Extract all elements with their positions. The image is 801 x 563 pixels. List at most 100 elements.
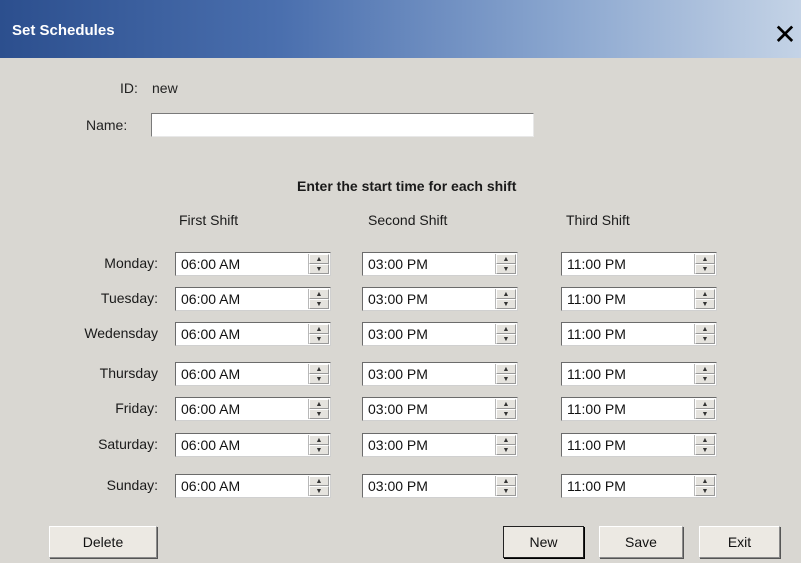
time-value[interactable]: 11:00 PM [567, 437, 626, 453]
spin-down-icon[interactable]: ▼ [496, 299, 516, 309]
spin-down-icon[interactable]: ▼ [496, 264, 516, 274]
time-picker-third-shift[interactable]: 11:00 PM ▲ ▼ [561, 362, 717, 386]
spin-down-icon[interactable]: ▼ [496, 409, 516, 419]
spin-down-icon[interactable]: ▼ [695, 486, 715, 496]
time-picker-first-shift[interactable]: 06:00 AM ▲ ▼ [175, 474, 331, 498]
spin-down-icon[interactable]: ▼ [309, 445, 329, 455]
spin-up-icon[interactable]: ▲ [496, 476, 516, 486]
time-picker-third-shift[interactable]: 11:00 PM ▲ ▼ [561, 474, 717, 498]
time-value[interactable]: 03:00 PM [368, 478, 428, 494]
spin-up-icon[interactable]: ▲ [309, 254, 329, 264]
time-value[interactable]: 06:00 AM [181, 256, 240, 272]
time-value[interactable]: 03:00 PM [368, 437, 428, 453]
time-value[interactable]: 11:00 PM [567, 326, 626, 342]
new-button[interactable]: New [503, 526, 584, 558]
spin-buttons: ▲ ▼ [495, 399, 516, 419]
spin-up-icon[interactable]: ▲ [309, 435, 329, 445]
spin-up-icon[interactable]: ▲ [309, 476, 329, 486]
spin-up-icon[interactable]: ▲ [496, 399, 516, 409]
time-value[interactable]: 06:00 AM [181, 326, 240, 342]
spin-down-icon[interactable]: ▼ [695, 299, 715, 309]
spin-up-icon[interactable]: ▲ [496, 435, 516, 445]
time-picker-second-shift[interactable]: 03:00 PM ▲ ▼ [362, 287, 518, 311]
spin-up-icon[interactable]: ▲ [695, 476, 715, 486]
spin-down-icon[interactable]: ▼ [695, 409, 715, 419]
time-value[interactable]: 03:00 PM [368, 256, 428, 272]
spin-down-icon[interactable]: ▼ [309, 374, 329, 384]
time-picker-second-shift[interactable]: 03:00 PM ▲ ▼ [362, 362, 518, 386]
time-picker-third-shift[interactable]: 11:00 PM ▲ ▼ [561, 322, 717, 346]
set-schedules-dialog: Set Schedules ✕ ID: new Name: Enter the … [0, 0, 801, 563]
time-value[interactable]: 06:00 AM [181, 437, 240, 453]
spin-buttons: ▲ ▼ [694, 435, 715, 455]
spin-down-icon[interactable]: ▼ [695, 445, 715, 455]
time-value[interactable]: 06:00 AM [181, 366, 240, 382]
time-picker-third-shift[interactable]: 11:00 PM ▲ ▼ [561, 397, 717, 421]
spin-down-icon[interactable]: ▼ [695, 334, 715, 344]
spin-down-icon[interactable]: ▼ [695, 264, 715, 274]
spin-up-icon[interactable]: ▲ [309, 289, 329, 299]
time-value[interactable]: 06:00 AM [181, 291, 240, 307]
spin-up-icon[interactable]: ▲ [695, 289, 715, 299]
spin-up-icon[interactable]: ▲ [496, 324, 516, 334]
spin-up-icon[interactable]: ▲ [695, 254, 715, 264]
name-input[interactable] [151, 113, 534, 137]
time-picker-second-shift[interactable]: 03:00 PM ▲ ▼ [362, 252, 518, 276]
time-value[interactable]: 11:00 PM [567, 478, 626, 494]
spin-buttons: ▲ ▼ [308, 254, 329, 274]
spin-down-icon[interactable]: ▼ [309, 264, 329, 274]
spin-down-icon[interactable]: ▼ [309, 409, 329, 419]
spin-up-icon[interactable]: ▲ [496, 254, 516, 264]
column-header-first-shift: First Shift [179, 212, 239, 228]
spin-buttons: ▲ ▼ [308, 324, 329, 344]
time-value[interactable]: 03:00 PM [368, 401, 428, 417]
time-picker-second-shift[interactable]: 03:00 PM ▲ ▼ [362, 433, 518, 457]
time-picker-first-shift[interactable]: 06:00 AM ▲ ▼ [175, 433, 331, 457]
close-button[interactable]: ✕ [769, 20, 801, 50]
spin-up-icon[interactable]: ▲ [695, 399, 715, 409]
time-value[interactable]: 11:00 PM [567, 366, 626, 382]
spin-up-icon[interactable]: ▲ [309, 399, 329, 409]
time-value[interactable]: 03:00 PM [368, 291, 428, 307]
time-value[interactable]: 06:00 AM [181, 478, 240, 494]
time-picker-third-shift[interactable]: 11:00 PM ▲ ▼ [561, 252, 717, 276]
spin-down-icon[interactable]: ▼ [309, 334, 329, 344]
spin-up-icon[interactable]: ▲ [695, 435, 715, 445]
spin-up-icon[interactable]: ▲ [496, 364, 516, 374]
spin-down-icon[interactable]: ▼ [309, 299, 329, 309]
time-picker-third-shift[interactable]: 11:00 PM ▲ ▼ [561, 433, 717, 457]
time-value[interactable]: 11:00 PM [567, 291, 626, 307]
time-value[interactable]: 11:00 PM [567, 256, 626, 272]
spin-down-icon[interactable]: ▼ [695, 374, 715, 384]
spin-up-icon[interactable]: ▲ [496, 289, 516, 299]
spin-down-icon[interactable]: ▼ [496, 445, 516, 455]
save-button[interactable]: Save [599, 526, 683, 558]
spin-up-icon[interactable]: ▲ [695, 324, 715, 334]
day-label: Monday: [104, 255, 158, 271]
time-picker-second-shift[interactable]: 03:00 PM ▲ ▼ [362, 397, 518, 421]
time-value[interactable]: 03:00 PM [368, 326, 428, 342]
exit-button[interactable]: Exit [699, 526, 780, 558]
spin-down-icon[interactable]: ▼ [496, 334, 516, 344]
spin-buttons: ▲ ▼ [694, 364, 715, 384]
spin-down-icon[interactable]: ▼ [496, 374, 516, 384]
time-picker-third-shift[interactable]: 11:00 PM ▲ ▼ [561, 287, 717, 311]
time-picker-first-shift[interactable]: 06:00 AM ▲ ▼ [175, 287, 331, 311]
time-picker-second-shift[interactable]: 03:00 PM ▲ ▼ [362, 322, 518, 346]
time-picker-first-shift[interactable]: 06:00 AM ▲ ▼ [175, 252, 331, 276]
spin-buttons: ▲ ▼ [308, 364, 329, 384]
time-value[interactable]: 03:00 PM [368, 366, 428, 382]
time-picker-first-shift[interactable]: 06:00 AM ▲ ▼ [175, 362, 331, 386]
time-value[interactable]: 06:00 AM [181, 401, 240, 417]
time-picker-second-shift[interactable]: 03:00 PM ▲ ▼ [362, 474, 518, 498]
time-picker-first-shift[interactable]: 06:00 AM ▲ ▼ [175, 322, 331, 346]
spin-up-icon[interactable]: ▲ [309, 364, 329, 374]
spin-up-icon[interactable]: ▲ [309, 324, 329, 334]
spin-up-icon[interactable]: ▲ [695, 364, 715, 374]
time-picker-first-shift[interactable]: 06:00 AM ▲ ▼ [175, 397, 331, 421]
spin-down-icon[interactable]: ▼ [496, 486, 516, 496]
spin-down-icon[interactable]: ▼ [309, 486, 329, 496]
time-value[interactable]: 11:00 PM [567, 401, 626, 417]
delete-button[interactable]: Delete [49, 526, 157, 558]
title-bar[interactable]: Set Schedules ✕ [0, 0, 801, 58]
